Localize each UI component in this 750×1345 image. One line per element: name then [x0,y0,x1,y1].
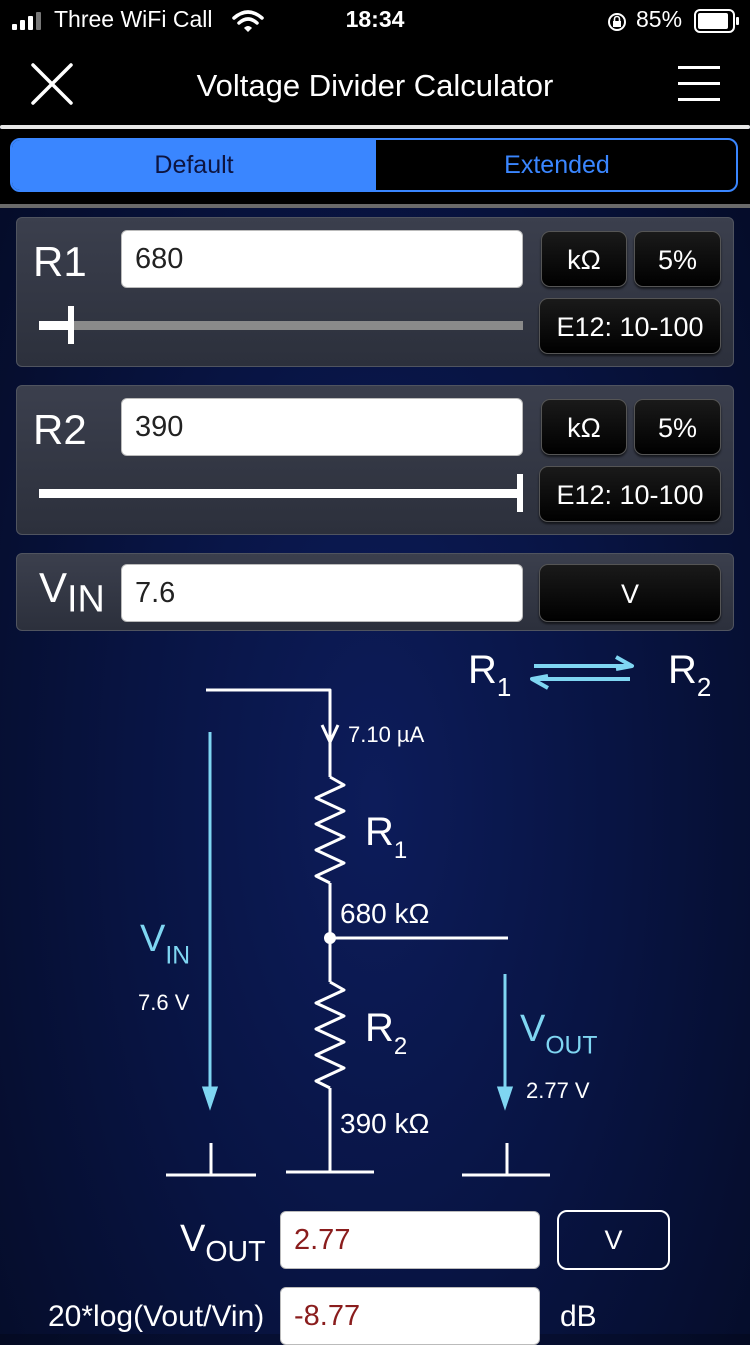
vin-circuit-label: VIN [140,918,191,970]
r1-tolerance-button[interactable]: 5% [634,231,721,287]
vout-circuit-label: VOUT [520,1008,598,1060]
r1-unit-button[interactable]: kΩ [541,231,627,287]
tab-default[interactable]: Default [12,140,376,190]
r2-slider[interactable] [39,474,523,512]
db-output-label: 20*log(Vout/Vin) [48,1300,265,1333]
vout-arrowhead [496,1086,514,1111]
orientation-lock-icon [608,13,626,31]
mode-segmented-control: Default Extended [10,138,738,192]
vin-label: VIN [39,564,105,621]
r2-panel: R2 kΩ 5% E12: 10-100 [16,385,734,535]
r1-resistor-symbol [314,775,346,885]
r2-series-button[interactable]: E12: 10-100 [539,466,721,522]
battery-percent: 85% [636,6,683,32]
vin-panel: VIN V [16,553,734,631]
nav-bar: Voltage Divider Calculator [0,44,750,126]
input-wire [206,688,332,777]
status-bar: Three WiFi Call 18:34 85% [0,0,750,44]
section-divider [0,204,750,208]
ground-symbol-left [166,1143,256,1177]
junction-node [324,932,336,944]
r1-label: R1 [33,238,87,285]
vin-arrowhead [201,1086,219,1111]
vout-circuit-value: 2.77 V [526,1078,590,1103]
battery-icon [694,9,739,33]
r1-value-input[interactable] [121,230,523,288]
tab-extended[interactable]: Extended [376,140,736,190]
menu-icon[interactable] [678,64,720,104]
vout-output-field[interactable] [280,1211,540,1269]
vout-output-label: VOUT [180,1218,266,1268]
db-output-field[interactable] [280,1287,540,1345]
r2-slider-fill [39,489,520,498]
db-unit-label: dB [560,1300,597,1333]
current-value: 7.10 µA [348,722,425,747]
r2-slider-thumb[interactable] [517,474,523,512]
vout-unit-button[interactable]: V [557,1210,670,1270]
vin-circuit-value: 7.6 V [138,990,190,1015]
r2-circuit-label: R2 [365,1006,408,1061]
vin-unit-button[interactable]: V [539,564,721,622]
r1-panel: R1 kΩ 5% E12: 10-100 [16,217,734,367]
r1-slider-fill [39,321,71,330]
r1-circuit-value: 680 kΩ [340,898,430,929]
r2-circuit-value: 390 kΩ [340,1108,430,1139]
r2-unit-button[interactable]: kΩ [541,399,627,455]
ground-symbol-right [462,1143,550,1177]
r2-value-input[interactable] [121,398,523,456]
r1-slider[interactable] [39,306,523,344]
r1-series-button[interactable]: E12: 10-100 [539,298,721,354]
vin-value-input[interactable] [121,564,523,622]
r2-tolerance-button[interactable]: 5% [634,399,721,455]
r1-slider-thumb[interactable] [68,306,74,344]
r2-resistor-symbol [314,980,346,1090]
page-title: Voltage Divider Calculator [196,68,554,103]
r1-circuit-label: R1 [365,810,408,865]
r2-label: R2 [33,406,87,453]
